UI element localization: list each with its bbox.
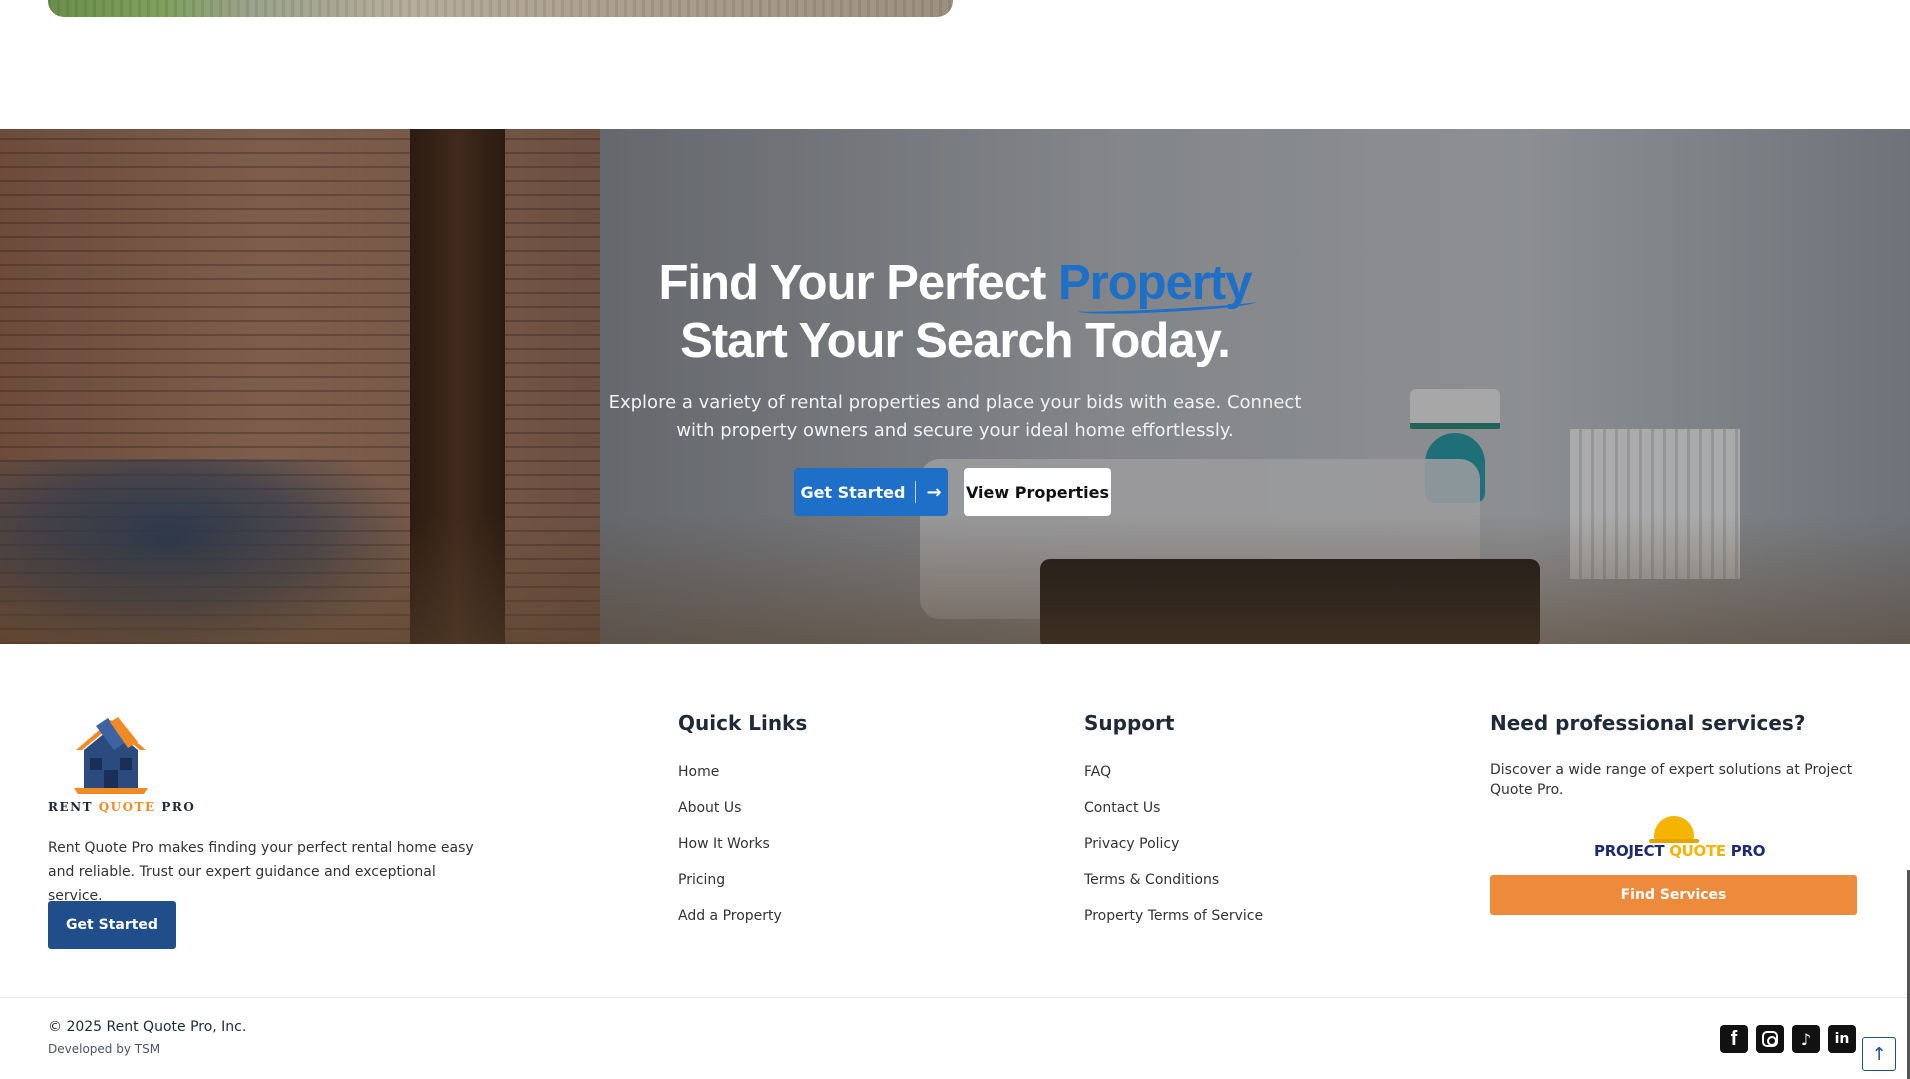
footer-link-terms-conditions[interactable]: Terms & Conditions — [1084, 870, 1263, 906]
hero-title-line2: Start Your Search Today. — [680, 314, 1231, 368]
footer-link-how-it-works[interactable]: How It Works — [678, 834, 782, 870]
get-started-button[interactable]: Get Started → — [794, 468, 948, 516]
view-properties-button[interactable]: View Properties — [964, 468, 1111, 516]
copyright-text: © 2025 Rent Quote Pro, Inc. — [48, 1019, 247, 1035]
house-logo-icon — [74, 717, 148, 794]
back-to-top-button[interactable]: ↑ — [1862, 1037, 1896, 1071]
hero-content: Find Your Perfect Property Start Your Se… — [0, 129, 1910, 644]
hard-hat-icon — [1649, 816, 1699, 843]
button-separator — [915, 481, 917, 503]
brand-part-rent: RENT — [48, 800, 99, 814]
footer-divider — [0, 997, 1910, 998]
footer-link-property-terms[interactable]: Property Terms of Service — [1084, 906, 1263, 942]
footer-link-add-property[interactable]: Add a Property — [678, 906, 782, 942]
rent-quote-pro-logo[interactable]: RENT QUOTE PRO — [48, 712, 194, 820]
top-section-image — [48, 0, 953, 17]
pq-part-project: PROJECT — [1594, 842, 1670, 860]
services-heading: Need professional services? — [1490, 711, 1806, 735]
footer-link-faq[interactable]: FAQ — [1084, 762, 1263, 798]
brand-part-pro: PRO — [155, 800, 196, 814]
hero-description: Explore a variety of rental properties a… — [608, 392, 1302, 441]
arrow-right-icon: → — [926, 481, 942, 503]
pq-part-quote: QUOTE — [1669, 842, 1726, 860]
instagram-glyph — [1762, 1031, 1778, 1047]
footer-link-privacy-policy[interactable]: Privacy Policy — [1084, 834, 1263, 870]
footer-link-pricing[interactable]: Pricing — [678, 870, 782, 906]
tiktok-icon[interactable]: ♪ — [1792, 1025, 1820, 1053]
support-list: FAQ Contact Us Privacy Policy Terms & Co… — [1084, 762, 1263, 942]
support-heading: Support — [1084, 711, 1175, 735]
linkedin-icon[interactable]: in — [1828, 1025, 1856, 1053]
footer-link-home[interactable]: Home — [678, 762, 782, 798]
hero-banner: Find Your Perfect Property Start Your Se… — [0, 129, 1910, 644]
quick-links-heading: Quick Links — [678, 711, 808, 735]
developed-by-text: Developed by TSM — [48, 1042, 161, 1056]
find-services-button[interactable]: Find Services — [1490, 875, 1857, 915]
services-description: Discover a wide range of expert solution… — [1490, 762, 1853, 798]
brand-part-quote: QUOTE — [98, 800, 156, 814]
footer-link-contact-us[interactable]: Contact Us — [1084, 798, 1263, 834]
hero-title: Find Your Perfect Property Start Your Se… — [455, 254, 1455, 370]
pq-part-pro: PRO — [1725, 842, 1766, 860]
hero-title-accent: Property — [1057, 256, 1253, 310]
footer-about-text: Rent Quote Pro makes finding your perfec… — [48, 840, 474, 904]
hero-title-part1: Find Your Perfect — [658, 256, 1058, 310]
arrow-up-icon: ↑ — [1871, 1043, 1887, 1065]
footer-get-started-button[interactable]: Get Started — [48, 901, 176, 949]
brand-name: RENT QUOTE PRO — [48, 800, 194, 814]
get-started-label: Get Started — [800, 482, 906, 502]
project-quote-pro-wordmark: PROJECT QUOTE PRO — [1594, 842, 1765, 860]
project-quote-pro-logo[interactable]: PROJECT QUOTE PRO — [1594, 816, 1765, 862]
instagram-icon[interactable] — [1756, 1025, 1784, 1053]
quick-links-list: Home About Us How It Works Pricing Add a… — [678, 762, 782, 942]
footer-link-about-us[interactable]: About Us — [678, 798, 782, 834]
page: Find Your Perfect Property Start Your Se… — [0, 0, 1910, 1079]
facebook-icon[interactable]: f — [1720, 1025, 1748, 1053]
